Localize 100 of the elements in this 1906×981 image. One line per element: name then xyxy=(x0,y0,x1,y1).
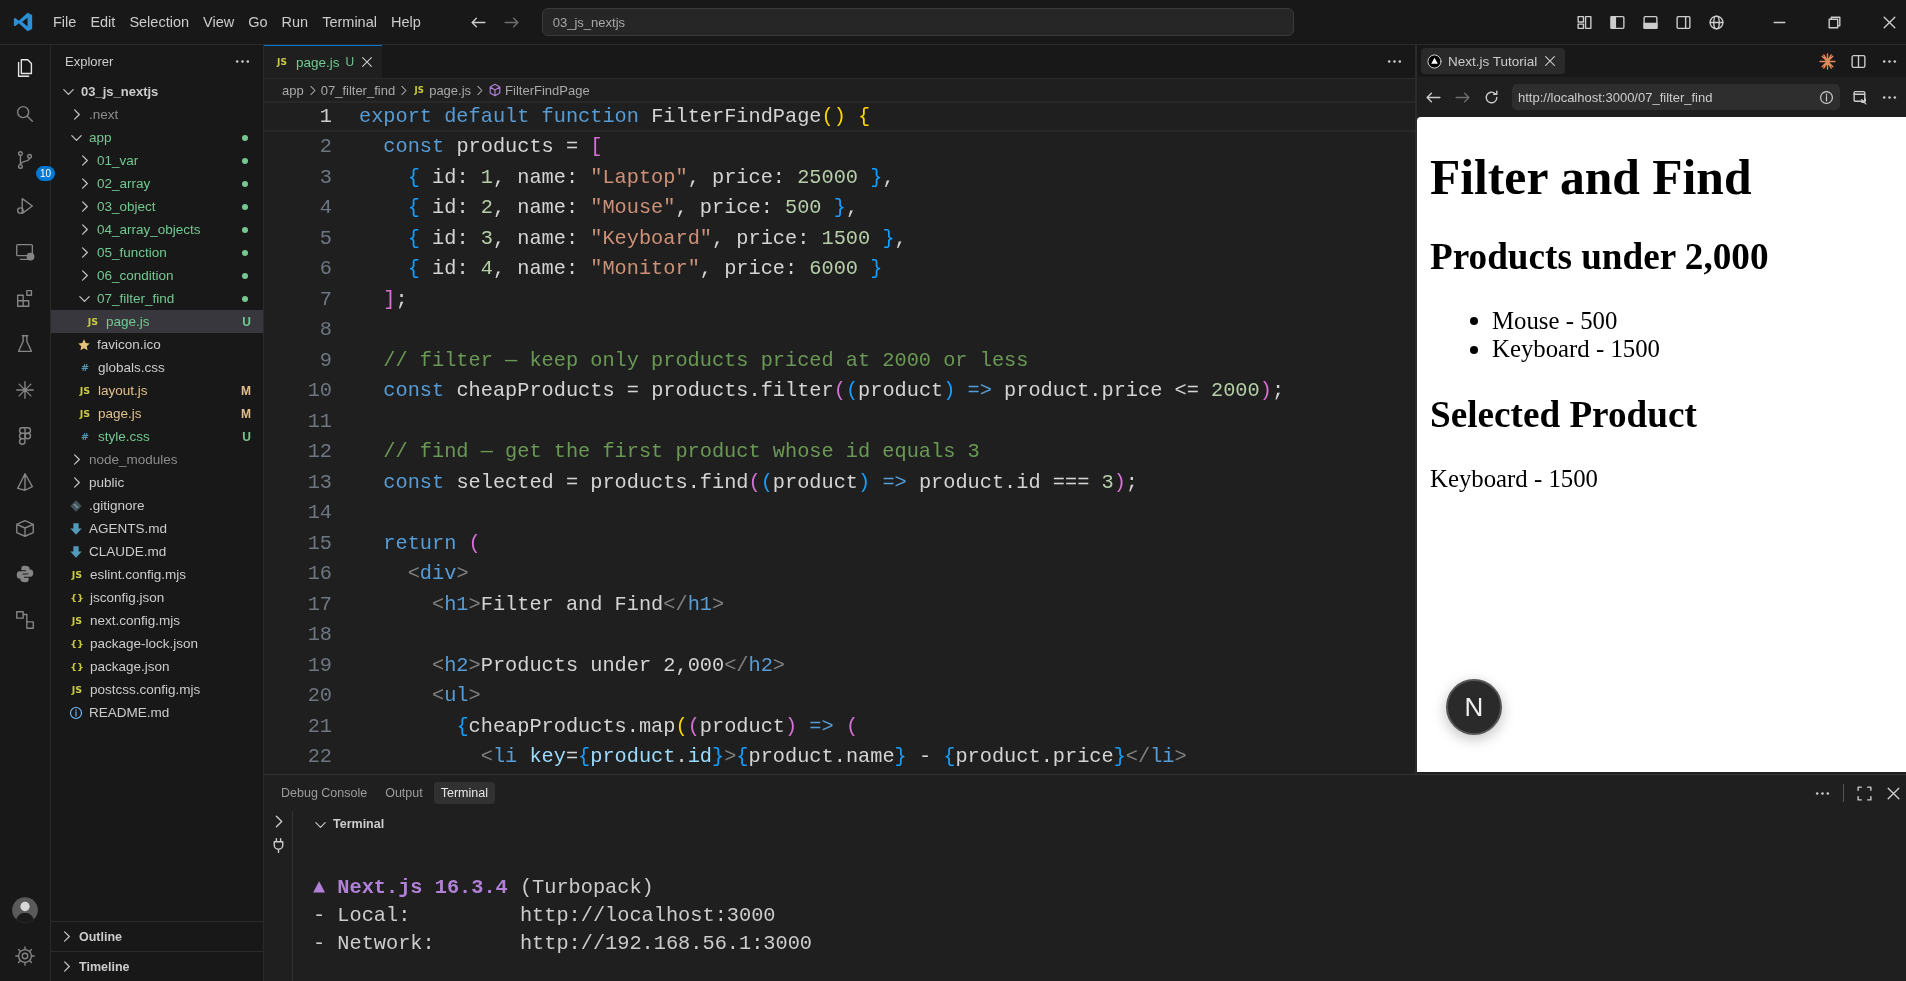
tree-item[interactable]: JS eslint.config.mjs xyxy=(51,563,263,586)
tree-item[interactable]: JS postcss.config.mjs xyxy=(51,678,263,701)
menu-item[interactable]: View xyxy=(196,11,242,33)
menu-item[interactable]: Edit xyxy=(83,11,123,33)
restore-icon[interactable] xyxy=(1826,13,1843,31)
command-center[interactable]: 03_js_nextjs xyxy=(541,8,1294,36)
search-icon[interactable] xyxy=(14,103,36,125)
line-number: 13 xyxy=(306,470,332,494)
git-status: U xyxy=(242,429,251,444)
tree-item[interactable]: .next xyxy=(51,103,263,126)
code-line: const cheapProducts = products.filter((product) => product.price <= 2000); xyxy=(382,379,1285,403)
tree-item[interactable]: 03_object xyxy=(51,195,263,218)
tree-item[interactable]: favicon.ico xyxy=(51,333,263,356)
tree-item[interactable]: # style.css U xyxy=(51,425,263,448)
git-status: U xyxy=(242,314,251,329)
tree-item[interactable]: 05_function xyxy=(51,241,263,264)
line-number: 20 xyxy=(306,684,332,708)
tree-item[interactable]: {} package.json xyxy=(51,655,263,678)
python-icon[interactable] xyxy=(14,563,36,585)
editor-tab[interactable]: JS page.js U xyxy=(264,45,383,78)
line-number: 10 xyxy=(306,379,332,403)
tree-item[interactable]: 06_condition xyxy=(51,264,263,287)
tree-item[interactable]: node_modules xyxy=(51,448,263,471)
breadcrumb[interactable]: FilterFindPage xyxy=(505,82,590,98)
menu-item[interactable]: Terminal xyxy=(315,11,384,33)
line-number: 15 xyxy=(306,531,332,555)
list-item: Keyboard - 1500 xyxy=(1492,335,1661,364)
close-icon[interactable] xyxy=(1543,54,1558,68)
menu-item[interactable]: Help xyxy=(383,11,428,33)
line-number: 21 xyxy=(306,714,332,738)
breadcrumb[interactable]: page.js xyxy=(429,82,472,98)
code-line: <div> xyxy=(406,562,469,586)
panel-tab[interactable]: Output xyxy=(378,782,430,804)
address-field[interactable]: http://localhost:3000/07_filter_find xyxy=(1512,84,1840,110)
tree-item[interactable]: .gitignore xyxy=(51,494,263,517)
asterisk-icon[interactable] xyxy=(1819,52,1836,70)
dev-tools-button[interactable]: N xyxy=(1446,679,1502,735)
box-icon[interactable] xyxy=(14,517,36,539)
line-number: 1 xyxy=(318,104,332,128)
menu-item[interactable]: File xyxy=(46,11,84,33)
tree-item[interactable]: 04_array_objects xyxy=(51,218,263,241)
sidebar-toggle-icon[interactable] xyxy=(1609,13,1626,31)
git-status: M xyxy=(241,383,251,398)
diamond-icon xyxy=(69,498,83,513)
browser-tab[interactable]: Next.js Tutorial xyxy=(1421,48,1566,74)
breadcrumb[interactable]: 07_filter_find xyxy=(320,82,396,98)
split-icon[interactable] xyxy=(1850,52,1867,70)
avatar-icon[interactable] xyxy=(11,896,39,924)
menu-item[interactable]: Selection xyxy=(122,11,197,33)
secondary-sidebar-icon[interactable] xyxy=(1675,13,1692,31)
code-line: const selected = products.find((product) => product.id === 3); xyxy=(382,470,1138,494)
tree-item[interactable]: JS page.js M xyxy=(51,402,263,425)
layout-icon[interactable] xyxy=(1576,13,1593,31)
app-logo-icon xyxy=(12,11,34,33)
prism-icon[interactable] xyxy=(14,471,36,493)
close-icon[interactable] xyxy=(360,55,375,69)
maximize-icon[interactable] xyxy=(1856,784,1873,802)
tree-item[interactable]: # globals.css xyxy=(51,356,263,379)
code-line: ]; xyxy=(382,287,408,311)
section-header[interactable]: Outline xyxy=(51,921,263,951)
monitor-icon[interactable] xyxy=(14,241,36,263)
info-icon[interactable] xyxy=(1819,89,1834,105)
panel-tab[interactable]: Debug Console xyxy=(274,782,375,804)
js-file-icon: JS xyxy=(77,385,93,396)
list-item: Mouse - 500 xyxy=(1492,306,1618,336)
tree-item[interactable]: JS page.js U xyxy=(51,310,263,333)
terminal-header[interactable]: Terminal xyxy=(313,811,1906,837)
tree-item[interactable]: README.md xyxy=(51,701,263,724)
nodes-icon[interactable] xyxy=(14,609,36,631)
breadcrumb[interactable]: app xyxy=(282,82,304,98)
tree-item[interactable]: JS next.config.mjs xyxy=(51,609,263,632)
js-file-icon: JS xyxy=(85,316,101,327)
line-number: 11 xyxy=(306,409,332,433)
run-debug-icon[interactable] xyxy=(14,195,36,217)
tree-item[interactable]: {} jsconfig.json xyxy=(51,586,263,609)
code-line: export default function FilterFindPage() { xyxy=(359,104,871,128)
menu-item[interactable]: Go xyxy=(241,11,275,33)
asterisk-icon[interactable] xyxy=(14,379,36,401)
globe-icon[interactable] xyxy=(1708,13,1725,31)
tree-item[interactable]: JS layout.js M xyxy=(51,379,263,402)
reload-icon[interactable] xyxy=(1483,88,1500,106)
tree-item[interactable]: AGENTS.md xyxy=(51,517,263,540)
hash-icon: # xyxy=(77,431,93,442)
panel-tab[interactable]: Terminal xyxy=(433,782,495,804)
js-file-icon: JS xyxy=(274,57,290,67)
section-heading: Selected Product xyxy=(1430,393,1698,437)
devtools-icon[interactable] xyxy=(1852,88,1869,106)
braces-icon: {} xyxy=(69,592,85,603)
settings-icon[interactable] xyxy=(14,945,36,967)
panel-toggle-icon[interactable] xyxy=(1642,13,1659,31)
tree-item[interactable]: {} package-lock.json xyxy=(51,632,263,655)
tree-item[interactable]: public xyxy=(51,471,263,494)
tree-item[interactable]: CLAUDE.md xyxy=(51,540,263,563)
code-line: <li key={product.id}>{product.name} - {product.price}</li> xyxy=(479,745,1187,769)
section-header[interactable]: Timeline xyxy=(51,951,263,981)
tree-item[interactable]: app xyxy=(51,126,263,149)
menu-item[interactable]: Run xyxy=(274,11,316,33)
git-status: M xyxy=(241,406,251,421)
tree-item[interactable]: 07_filter_find xyxy=(51,287,263,310)
tree-item[interactable]: 03_js_nextjs xyxy=(51,80,263,103)
